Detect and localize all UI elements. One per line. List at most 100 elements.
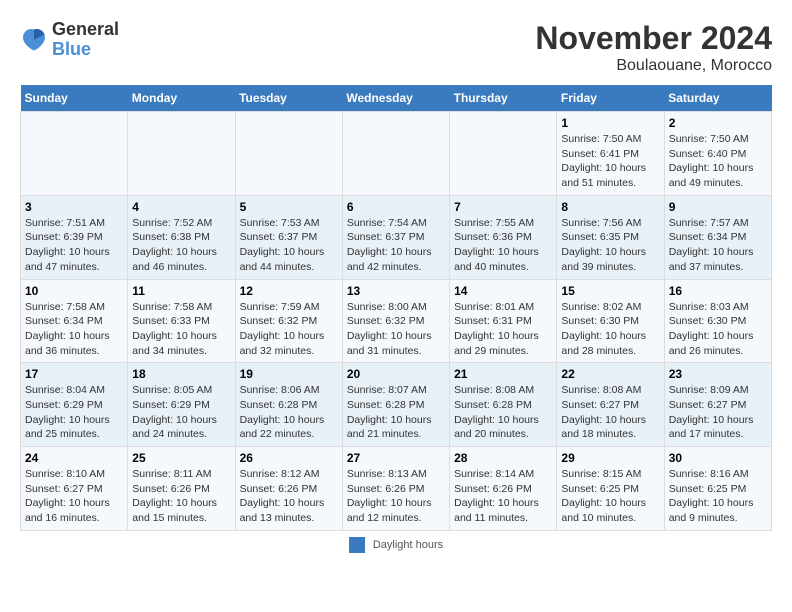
calendar-cell: 27Sunrise: 8:13 AM Sunset: 6:26 PM Dayli… — [342, 447, 449, 531]
day-number: 15 — [561, 284, 659, 298]
day-number: 11 — [132, 284, 230, 298]
day-info: Sunrise: 7:57 AM Sunset: 6:34 PM Dayligh… — [669, 216, 767, 275]
calendar-week-row: 3Sunrise: 7:51 AM Sunset: 6:39 PM Daylig… — [21, 195, 772, 279]
logo-icon — [20, 26, 48, 54]
day-number: 28 — [454, 451, 552, 465]
day-info: Sunrise: 8:13 AM Sunset: 6:26 PM Dayligh… — [347, 467, 445, 526]
calendar-day-header: Thursday — [450, 85, 557, 112]
day-info: Sunrise: 8:02 AM Sunset: 6:30 PM Dayligh… — [561, 300, 659, 359]
day-number: 3 — [25, 200, 123, 214]
day-info: Sunrise: 7:52 AM Sunset: 6:38 PM Dayligh… — [132, 216, 230, 275]
day-number: 29 — [561, 451, 659, 465]
calendar-cell — [342, 112, 449, 196]
page-subtitle: Boulaouane, Morocco — [535, 57, 772, 75]
day-number: 9 — [669, 200, 767, 214]
day-number: 5 — [240, 200, 338, 214]
calendar-week-row: 10 Sunrise: 7:58 AM Sunset: 6:34 PM Dayli… — [21, 279, 772, 363]
calendar-day-header: Monday — [128, 85, 235, 112]
day-info: Sunrise: 8:05 AM Sunset: 6:29 PM Dayligh… — [132, 383, 230, 442]
calendar-cell: 24 Sunrise: 8:10 AM Sunset: 6:27 PM Dayli… — [21, 447, 128, 531]
calendar-cell: 14 Sunrise: 8:01 AM Sunset: 6:31 PM Dayli… — [450, 279, 557, 363]
day-number: 26 — [240, 451, 338, 465]
calendar-cell — [235, 112, 342, 196]
calendar-cell: 28Sunrise: 8:14 AM Sunset: 6:26 PM Dayli… — [450, 447, 557, 531]
day-info: Sunrise: 7:53 AM Sunset: 6:37 PM Dayligh… — [240, 216, 338, 275]
day-info: Sunrise: 8:01 AM Sunset: 6:31 PM Dayligh… — [454, 300, 552, 359]
calendar-cell: 19 Sunrise: 8:06 AM Sunset: 6:28 PM Dayli… — [235, 363, 342, 447]
calendar-cell — [21, 112, 128, 196]
calendar-cell: 9 Sunrise: 7:57 AM Sunset: 6:34 PM Daylig… — [664, 195, 771, 279]
day-info: Sunrise: 8:06 AM Sunset: 6:28 PM Dayligh… — [240, 383, 338, 442]
calendar-week-row: 1 Sunrise: 7:50 AM Sunset: 6:41 PM Daylig… — [21, 112, 772, 196]
calendar-cell: 3Sunrise: 7:51 AM Sunset: 6:39 PM Daylig… — [21, 195, 128, 279]
footer: Daylight hours — [20, 537, 772, 553]
day-info: Sunrise: 8:03 AM Sunset: 6:30 PM Dayligh… — [669, 300, 767, 359]
day-number: 13 — [347, 284, 445, 298]
day-number: 25 — [132, 451, 230, 465]
day-info: Sunrise: 8:10 AM Sunset: 6:27 PM Dayligh… — [25, 467, 123, 526]
calendar-day-header: Friday — [557, 85, 664, 112]
calendar-cell: 22Sunrise: 8:08 AM Sunset: 6:27 PM Dayli… — [557, 363, 664, 447]
day-number: 14 — [454, 284, 552, 298]
calendar-cell: 16 Sunrise: 8:03 AM Sunset: 6:30 PM Dayli… — [664, 279, 771, 363]
day-info: Sunrise: 7:55 AM Sunset: 6:36 PM Dayligh… — [454, 216, 552, 275]
page-title: November 2024 — [535, 20, 772, 57]
calendar-cell — [128, 112, 235, 196]
footer-label: Daylight hours — [373, 539, 443, 551]
calendar-cell: 8 Sunrise: 7:56 AM Sunset: 6:35 PM Daylig… — [557, 195, 664, 279]
day-number: 17 — [25, 367, 123, 381]
day-info: Sunrise: 8:16 AM Sunset: 6:25 PM Dayligh… — [669, 467, 767, 526]
day-info: Sunrise: 7:58 AM Sunset: 6:33 PM Dayligh… — [132, 300, 230, 359]
day-number: 4 — [132, 200, 230, 214]
day-info: Sunrise: 7:50 AM Sunset: 6:41 PM Dayligh… — [561, 132, 659, 191]
footer-swatch — [349, 537, 365, 553]
calendar-day-header: Wednesday — [342, 85, 449, 112]
day-number: 1 — [561, 116, 659, 130]
calendar-cell: 15 Sunrise: 8:02 AM Sunset: 6:30 PM Dayli… — [557, 279, 664, 363]
day-number: 16 — [669, 284, 767, 298]
day-number: 23 — [669, 367, 767, 381]
calendar-day-header: Tuesday — [235, 85, 342, 112]
calendar-cell: 2 Sunrise: 7:50 AM Sunset: 6:40 PM Daylig… — [664, 112, 771, 196]
calendar-header-row: SundayMondayTuesdayWednesdayThursdayFrid… — [21, 85, 772, 112]
day-info: Sunrise: 8:08 AM Sunset: 6:28 PM Dayligh… — [454, 383, 552, 442]
day-number: 30 — [669, 451, 767, 465]
day-number: 20 — [347, 367, 445, 381]
calendar-cell: 18 Sunrise: 8:05 AM Sunset: 6:29 PM Dayli… — [128, 363, 235, 447]
calendar-cell: 12Sunrise: 7:59 AM Sunset: 6:32 PM Dayli… — [235, 279, 342, 363]
day-number: 18 — [132, 367, 230, 381]
day-info: Sunrise: 8:07 AM Sunset: 6:28 PM Dayligh… — [347, 383, 445, 442]
logo: General Blue — [20, 20, 119, 60]
day-info: Sunrise: 7:58 AM Sunset: 6:34 PM Dayligh… — [25, 300, 123, 359]
calendar-cell: 5 Sunrise: 7:53 AM Sunset: 6:37 PM Daylig… — [235, 195, 342, 279]
calendar-day-header: Saturday — [664, 85, 771, 112]
day-info: Sunrise: 7:59 AM Sunset: 6:32 PM Dayligh… — [240, 300, 338, 359]
calendar-cell: 17 Sunrise: 8:04 AM Sunset: 6:29 PM Dayli… — [21, 363, 128, 447]
day-info: Sunrise: 8:15 AM Sunset: 6:25 PM Dayligh… — [561, 467, 659, 526]
day-info: Sunrise: 7:56 AM Sunset: 6:35 PM Dayligh… — [561, 216, 659, 275]
calendar-table: SundayMondayTuesdayWednesdayThursdayFrid… — [20, 85, 772, 531]
logo-text: General Blue — [52, 20, 119, 60]
day-number: 22 — [561, 367, 659, 381]
calendar-cell: 25Sunrise: 8:11 AM Sunset: 6:26 PM Dayli… — [128, 447, 235, 531]
calendar-cell: 10 Sunrise: 7:58 AM Sunset: 6:34 PM Dayli… — [21, 279, 128, 363]
day-number: 24 — [25, 451, 123, 465]
day-number: 19 — [240, 367, 338, 381]
day-number: 10 — [25, 284, 123, 298]
day-info: Sunrise: 8:04 AM Sunset: 6:29 PM Dayligh… — [25, 383, 123, 442]
day-info: Sunrise: 8:12 AM Sunset: 6:26 PM Dayligh… — [240, 467, 338, 526]
calendar-week-row: 17 Sunrise: 8:04 AM Sunset: 6:29 PM Dayli… — [21, 363, 772, 447]
calendar-cell — [450, 112, 557, 196]
day-number: 8 — [561, 200, 659, 214]
calendar-cell: 26 Sunrise: 8:12 AM Sunset: 6:26 PM Dayli… — [235, 447, 342, 531]
day-number: 7 — [454, 200, 552, 214]
day-number: 2 — [669, 116, 767, 130]
title-block: November 2024 Boulaouane, Morocco — [535, 20, 772, 75]
calendar-cell: 21Sunrise: 8:08 AM Sunset: 6:28 PM Dayli… — [450, 363, 557, 447]
day-info: Sunrise: 7:54 AM Sunset: 6:37 PM Dayligh… — [347, 216, 445, 275]
day-info: Sunrise: 7:50 AM Sunset: 6:40 PM Dayligh… — [669, 132, 767, 191]
calendar-cell: 11 Sunrise: 7:58 AM Sunset: 6:33 PM Dayli… — [128, 279, 235, 363]
calendar-cell: 23 Sunrise: 8:09 AM Sunset: 6:27 PM Dayli… — [664, 363, 771, 447]
day-info: Sunrise: 8:09 AM Sunset: 6:27 PM Dayligh… — [669, 383, 767, 442]
calendar-cell: 7 Sunrise: 7:55 AM Sunset: 6:36 PM Daylig… — [450, 195, 557, 279]
